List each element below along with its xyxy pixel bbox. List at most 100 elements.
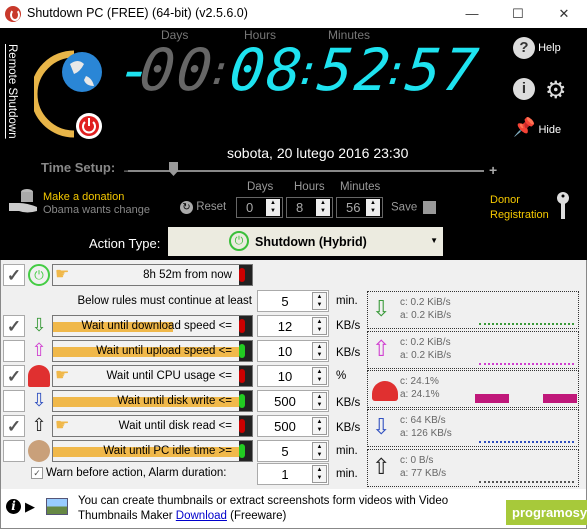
idle-rule-bar[interactable]: Wait until PC idle time >= xyxy=(52,440,253,462)
continue-unit: min. xyxy=(336,295,358,307)
spin-down[interactable]: ▼ xyxy=(313,351,326,359)
cpu-input[interactable]: 10 ▲ ▼ xyxy=(257,365,329,387)
download-input[interactable]: 12 ▲ ▼ xyxy=(257,315,329,337)
download-link[interactable]: Download xyxy=(176,510,227,522)
monitor-average: a: 24.1% xyxy=(400,389,440,400)
download-rule-bar[interactable]: Wait until download speed <= xyxy=(52,315,253,337)
upload-rule-bar[interactable]: Wait until upload speed <= xyxy=(52,340,253,362)
download-checkbox[interactable]: ✓ xyxy=(3,315,25,337)
time-setup-label: Time Setup: xyxy=(41,160,116,175)
disk-read-unit: KB/s xyxy=(336,422,361,434)
spin-up[interactable]: ▲ xyxy=(313,443,326,451)
info-button[interactable]: i xyxy=(513,78,535,100)
disk-write-input[interactable]: 500 ▲ ▼ xyxy=(257,390,329,412)
spin-up[interactable]: ▲ xyxy=(313,293,326,301)
disk-read-rule-bar[interactable]: ☛ Wait until disk read <= xyxy=(52,415,253,437)
hours-spinner[interactable]: 8 ▲ ▼ xyxy=(286,197,333,218)
days-spinner[interactable]: 0 ▲ ▼ xyxy=(236,197,283,218)
action-type-value: Shutdown (Hybrid) xyxy=(255,235,367,249)
key-icon[interactable] xyxy=(556,191,570,221)
donor-registration-link[interactable]: Donor Registration xyxy=(490,193,549,223)
spin-down[interactable]: ▼ xyxy=(313,451,326,459)
timer-rule-bar[interactable]: ☛ 8h 52m from now xyxy=(52,264,253,286)
monitor-graph xyxy=(479,435,574,443)
donation-hand-icon[interactable] xyxy=(9,187,39,215)
timer-rule-checkbox[interactable]: ✓ xyxy=(3,264,25,286)
spin-up[interactable]: ▲ xyxy=(313,393,326,401)
remote-shutdown-link[interactable]: Remote Shutdown xyxy=(6,44,18,139)
help-button[interactable]: ? Help xyxy=(513,37,561,59)
monitor-average: a: 77 KB/s xyxy=(400,468,447,479)
watermark-badge: programosy.pl xyxy=(506,500,587,525)
time-slider-track[interactable] xyxy=(128,170,484,172)
disk-write-rule-bar[interactable]: Wait until disk write <= xyxy=(52,390,253,412)
cpu-gauge-icon xyxy=(28,365,50,387)
save-button[interactable]: Save xyxy=(391,201,437,214)
days-up[interactable]: ▲ xyxy=(266,199,280,207)
monitor-current: c: 0 B/s xyxy=(400,455,434,466)
continue-label: Below rules must continue at least xyxy=(77,295,252,307)
hide-button[interactable]: 📌 Hide xyxy=(513,117,561,138)
spin-down[interactable]: ▼ xyxy=(313,301,326,309)
spin-down[interactable]: ▼ xyxy=(313,326,326,334)
hours-up[interactable]: ▲ xyxy=(316,199,330,207)
cpu-rule-bar[interactable]: ☛ Wait until CPU usage <= xyxy=(52,365,253,387)
minutes-down[interactable]: ▼ xyxy=(366,207,380,215)
power-icon: ⏻ xyxy=(28,264,50,286)
status-indicator-red xyxy=(239,265,252,285)
spin-down[interactable]: ▼ xyxy=(313,401,326,409)
spin-up[interactable]: ▲ xyxy=(313,318,326,326)
monitor-disk-write: ⇩ c: 64 KB/s a: 126 KB/s xyxy=(367,409,579,447)
info-icon[interactable]: i xyxy=(6,499,21,514)
slider-plus[interactable]: + xyxy=(489,162,497,178)
minutes-up[interactable]: ▲ xyxy=(366,199,380,207)
help-icon: ? xyxy=(513,37,535,59)
reset-label: Reset xyxy=(196,201,227,213)
close-button[interactable]: ✕ xyxy=(541,0,587,28)
warn-checkbox[interactable]: ✓ xyxy=(31,467,43,479)
footer-message: You can create thumbnails or extract scr… xyxy=(78,494,508,524)
disk-read-checkbox[interactable]: ✓ xyxy=(3,415,25,437)
alarm-duration-unit: min. xyxy=(336,468,358,480)
pointing-hand-icon: ☛ xyxy=(55,266,70,283)
reset-button[interactable]: ↻ Reset xyxy=(180,201,226,214)
maximize-button[interactable]: ☐ xyxy=(495,0,541,28)
pointing-hand-icon: ☛ xyxy=(55,367,70,384)
play-next-icon[interactable]: ▶ xyxy=(25,499,35,515)
idle-checkbox[interactable] xyxy=(3,440,25,462)
continue-input[interactable]: 5 ▲ ▼ xyxy=(257,290,329,312)
dropdown-arrow-icon: ▼ xyxy=(430,236,438,245)
make-donation-link[interactable]: Make a donation xyxy=(43,191,124,203)
disk-write-unit: KB/s xyxy=(336,397,361,409)
monitor-current: c: 24.1% xyxy=(400,376,439,387)
action-type-dropdown[interactable]: ⏻ Shutdown (Hybrid) ▼ xyxy=(168,227,443,256)
alarm-duration-input[interactable]: 1 ▲ ▼ xyxy=(257,463,329,485)
spin-down[interactable]: ▼ xyxy=(313,376,326,384)
days-down[interactable]: ▼ xyxy=(266,207,280,215)
warn-label: Warn before action, Alarm duration: xyxy=(46,467,227,479)
disk-read-input[interactable]: 500 ▲ ▼ xyxy=(257,415,329,437)
download-rule-text: Wait until download speed <= xyxy=(81,320,232,332)
remote-shutdown-logo-icon[interactable] xyxy=(34,44,114,144)
cpu-value: 10 xyxy=(277,369,293,384)
upload-input[interactable]: 10 ▲ ▼ xyxy=(257,340,329,362)
settings-gear-icon[interactable]: ⚙ xyxy=(545,76,567,105)
status-indicator-green xyxy=(239,391,252,411)
idle-input[interactable]: 5 ▲ ▼ xyxy=(257,440,329,462)
spin-down[interactable]: ▼ xyxy=(313,426,326,434)
cpu-checkbox[interactable]: ✓ xyxy=(3,365,25,387)
disk-write-checkbox[interactable] xyxy=(3,390,25,412)
download-tray-icon: ⇩ xyxy=(31,315,47,335)
spin-down[interactable]: ▼ xyxy=(313,474,326,482)
spin-up[interactable]: ▲ xyxy=(313,418,326,426)
monitor-graph xyxy=(479,475,574,483)
spin-up[interactable]: ▲ xyxy=(313,466,326,474)
hours-down[interactable]: ▼ xyxy=(316,207,330,215)
minutes-spinner[interactable]: 56 ▲ ▼ xyxy=(336,197,383,218)
spin-up[interactable]: ▲ xyxy=(313,343,326,351)
continue-value: 5 xyxy=(281,294,289,309)
upload-checkbox[interactable] xyxy=(3,340,25,362)
idle-rule-text: Wait until PC idle time >= xyxy=(103,445,232,457)
minimize-button[interactable]: — xyxy=(449,0,495,28)
spin-up[interactable]: ▲ xyxy=(313,368,326,376)
